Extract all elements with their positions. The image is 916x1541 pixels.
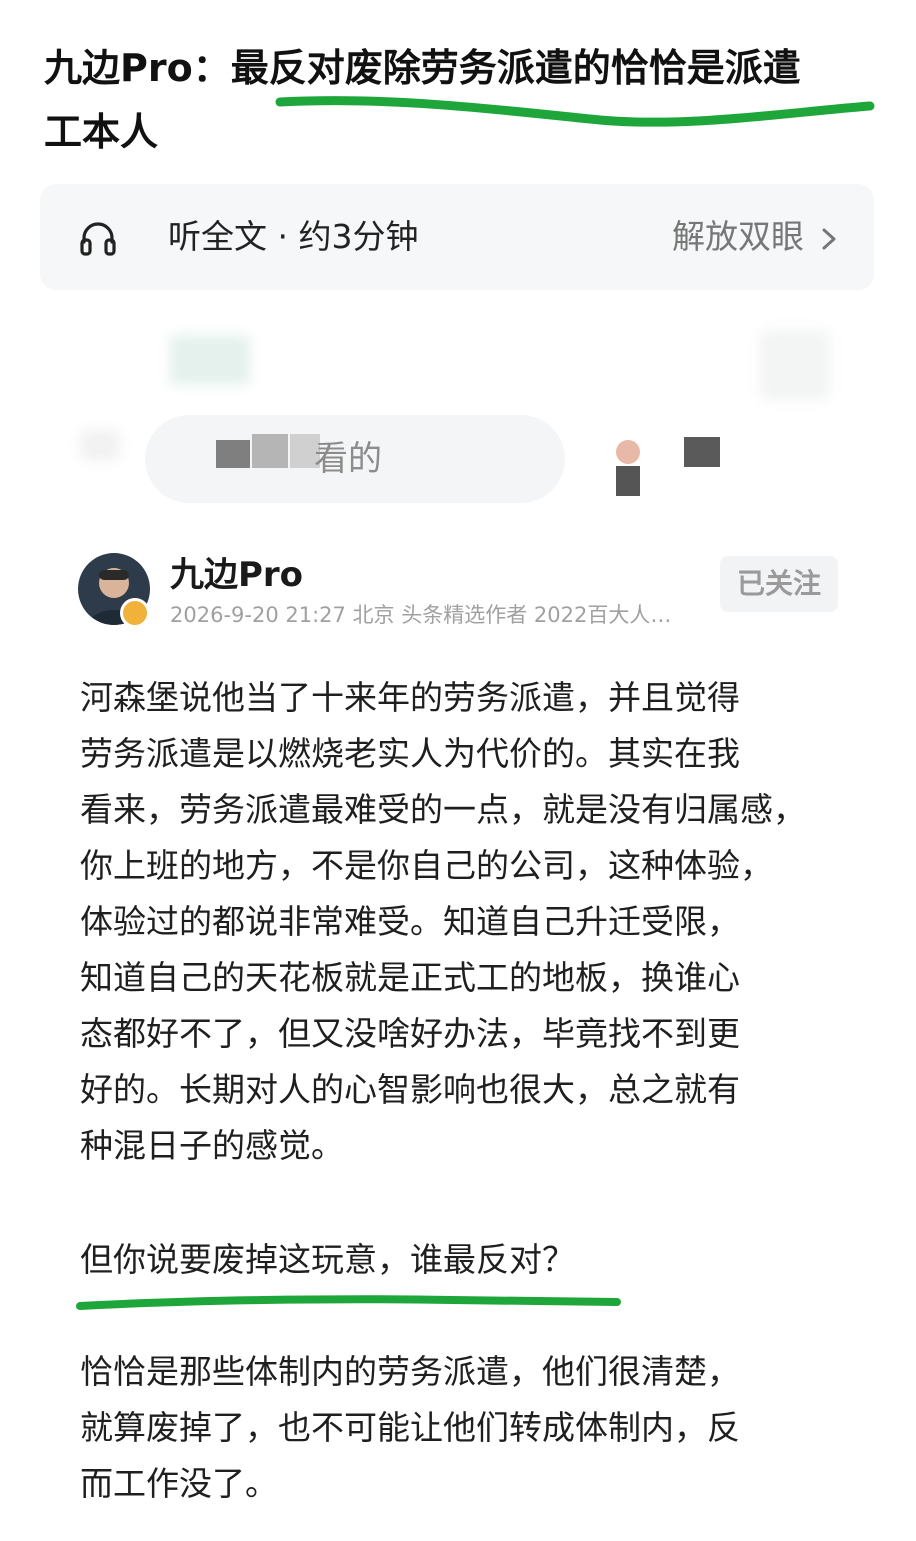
paragraph-line: 但你说要废掉这玩意，谁最反对？ xyxy=(80,1240,575,1279)
verified-badge-icon xyxy=(120,598,150,628)
paragraph-line: 体验过的都说非常难受。知道自己升迁受限， xyxy=(80,902,740,941)
article-paragraph-1: 河森堡说他当了十来年的劳务派遣，并且觉得 劳务派遣是以燃烧老实人为代价的。其实在… xyxy=(80,670,840,1174)
headline-line-2: 工本人 xyxy=(44,110,159,154)
paragraph-line: 种混日子的感觉。 xyxy=(80,1126,344,1165)
author-meta-info: 2026-9-20 21:27 北京 头条精选作者 2022百大人… xyxy=(170,603,672,627)
article-paragraph-3: 恰恰是那些体制内的劳务派遣，他们很清楚， 就算废掉了，也不可能让他们转成体制内，… xyxy=(80,1344,840,1512)
author-name[interactable]: 九边Pro xyxy=(170,552,303,598)
paragraph-line: 你上班的地方，不是你自己的公司，这种体验， xyxy=(80,846,773,885)
paragraph-underline-marker xyxy=(76,1295,621,1310)
blurred-partial-label: 看的 xyxy=(314,439,382,479)
chevron-right-icon xyxy=(822,228,836,250)
paragraph-line: 劳务派遣是以燃烧老实人为代价的。其实在我 xyxy=(80,734,740,773)
blurred-decoration xyxy=(80,430,120,460)
paragraph-line: 知道自己的天花板就是正式工的地板，换谁心 xyxy=(80,958,740,997)
blurred-decoration xyxy=(170,335,250,385)
paragraph-line: 好的。长期对人的心智影响也很大，总之就有 xyxy=(80,1070,740,1109)
free-your-eyes-link[interactable]: 解放双眼 xyxy=(672,214,804,260)
paragraph-line: 就算废掉了，也不可能让他们转成体制内，反 xyxy=(80,1408,740,1447)
paragraph-line: 恰恰是那些体制内的劳务派遣，他们很清楚， xyxy=(80,1352,740,1391)
blurred-person-icon xyxy=(616,440,640,496)
pixelated-text-block xyxy=(252,434,288,468)
headphones-icon xyxy=(80,222,116,256)
paragraph-line: 看来，劳务派遣最难受的一点，就是没有归属感， xyxy=(80,790,806,829)
blurred-decoration xyxy=(760,330,830,400)
paragraph-line: 而工作没了。 xyxy=(80,1464,278,1503)
pixelated-icon-block xyxy=(684,437,720,467)
listen-duration-label: 听全文 · 约3分钟 xyxy=(168,217,419,256)
followed-button[interactable]: 已关注 xyxy=(720,556,838,612)
article-paragraph-2: 但你说要废掉这玩意，谁最反对？ xyxy=(80,1232,840,1288)
paragraph-line: 态都好不了，但又没啥好办法，毕竟找不到更 xyxy=(80,1014,740,1053)
listen-full-text-bar[interactable]: 听全文 · 约3分钟 解放双眼 xyxy=(40,184,874,290)
pixelated-text-block xyxy=(216,440,250,468)
headline-line-1: 九边Pro：最反对废除劳务派遣的恰恰是派遣 xyxy=(44,46,801,90)
article-headline: 九边Pro：最反对废除劳务派遣的恰恰是派遣 工本人 xyxy=(44,36,884,164)
paragraph-line: 河森堡说他当了十来年的劳务派遣，并且觉得 xyxy=(80,678,740,717)
